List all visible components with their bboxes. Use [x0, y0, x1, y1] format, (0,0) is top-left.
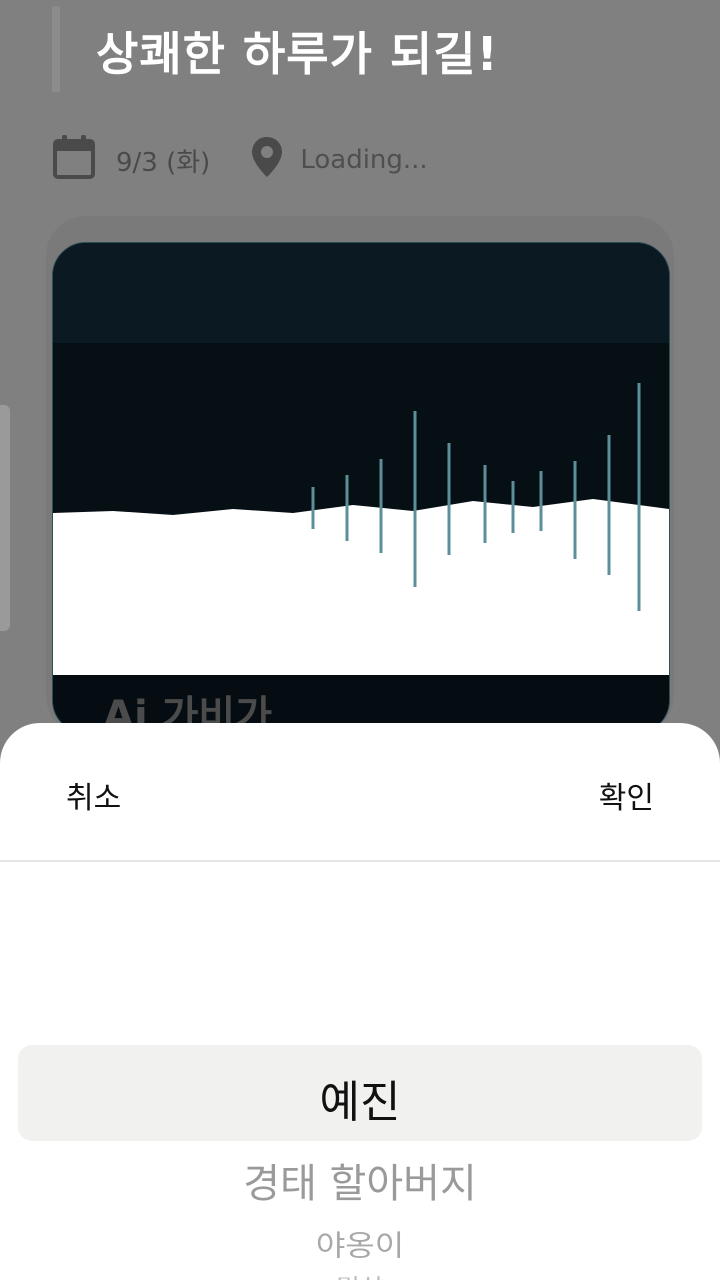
cancel-button[interactable]: 취소: [66, 773, 121, 817]
calendar-icon: [52, 133, 96, 188]
title-accent-bar: [52, 6, 60, 92]
confirm-button[interactable]: 확인: [599, 773, 654, 817]
picker-bottom-sheet: 취소 확인 예진 경태 할아버지 야옹이 민상: [0, 723, 720, 1280]
feature-card[interactable]: Ai 가비가: [52, 242, 670, 734]
picker-option[interactable]: 민상: [0, 1271, 720, 1280]
date-text: 9/3 (화): [116, 147, 211, 178]
side-drawer-handle[interactable]: [0, 405, 10, 631]
picker-option-selected[interactable]: 예진: [0, 1066, 720, 1130]
picker-option[interactable]: 야옹이: [0, 1223, 720, 1264]
location-text: Loading...: [300, 145, 428, 175]
card-image: [53, 243, 669, 733]
picker-option[interactable]: 경태 할아버지: [0, 1151, 720, 1209]
info-row: 9/3 (화) Loading...: [52, 134, 428, 186]
page-title: 상쾌한 하루가 되길!: [96, 27, 499, 81]
location-pin-icon: [250, 135, 284, 186]
sheet-header: 취소 확인: [0, 723, 720, 862]
